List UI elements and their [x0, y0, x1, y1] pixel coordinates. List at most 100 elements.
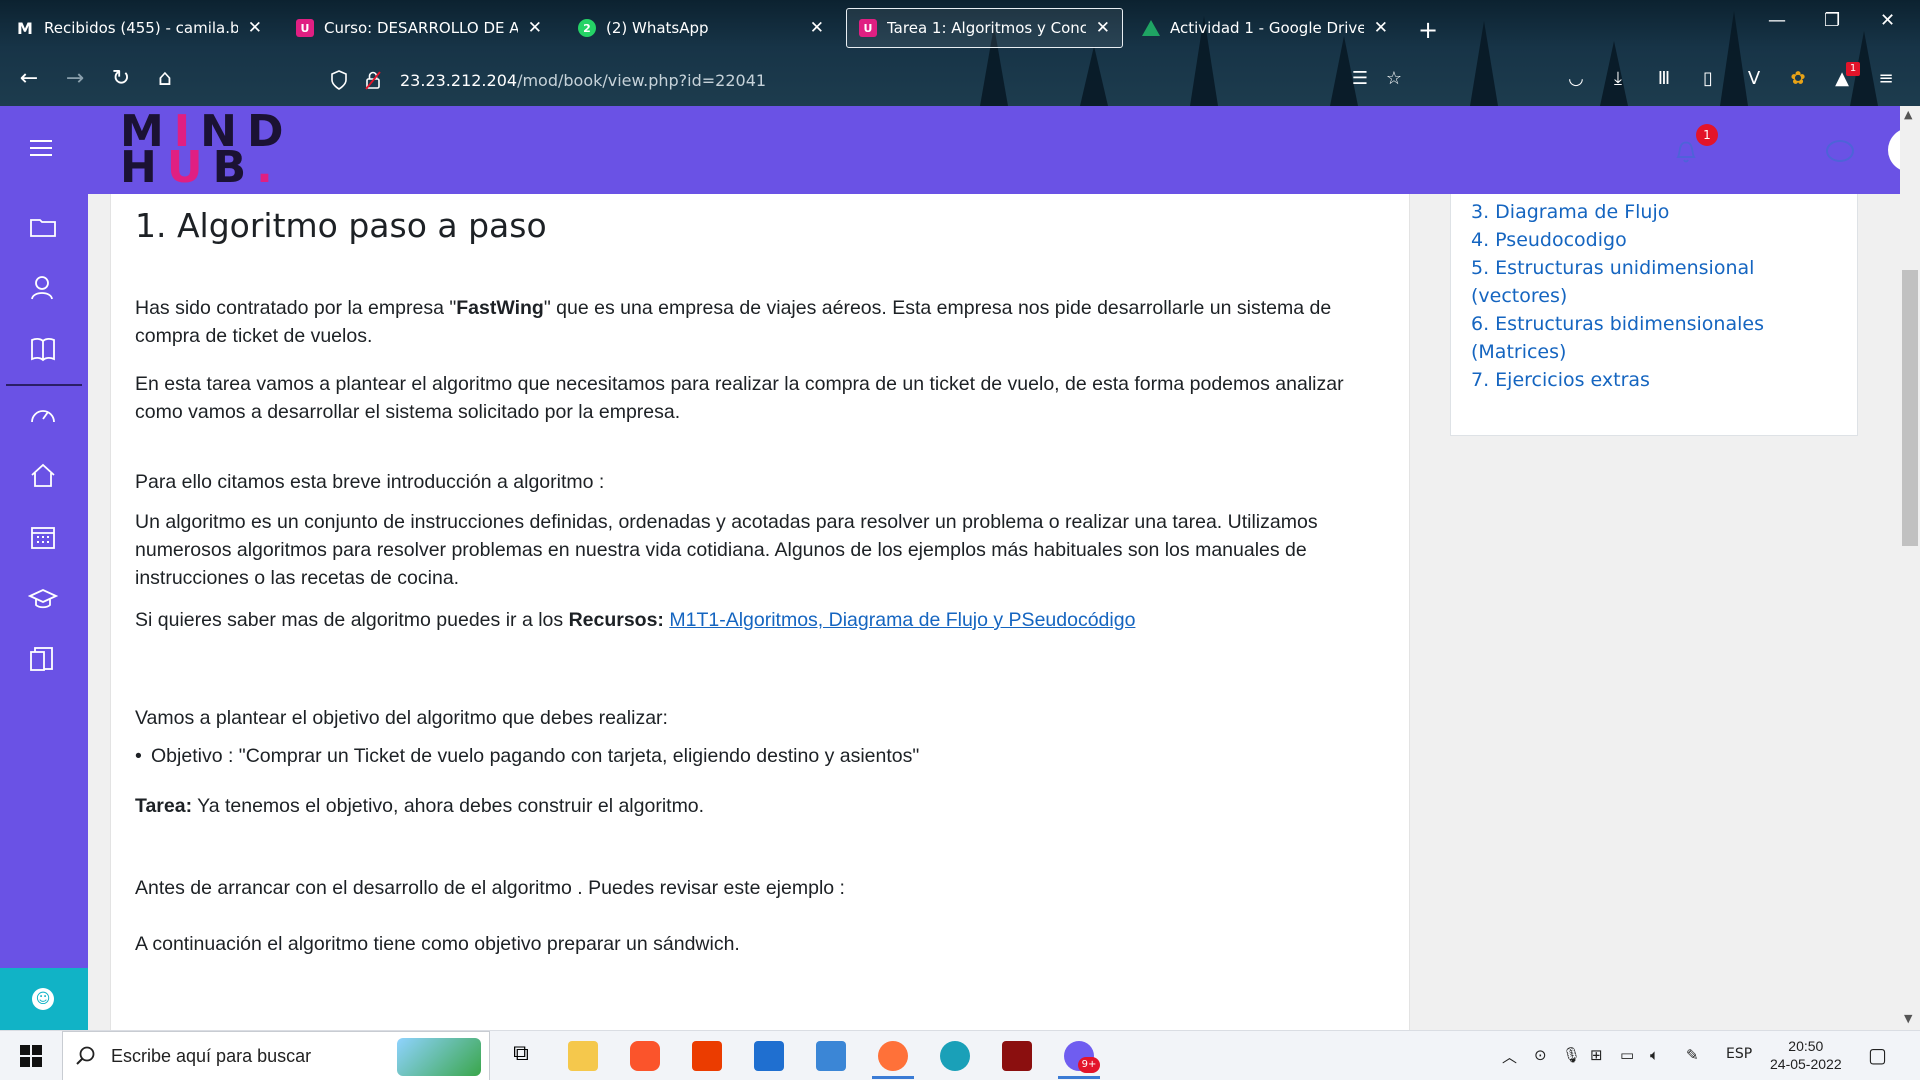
paragraph-intro: Has sido contratado por la empresa "Fast…: [135, 297, 1332, 347]
paragraph-example-intro: Antes de arrancar con el desarrollo de e…: [135, 877, 845, 899]
dashboard-icon[interactable]: [28, 400, 58, 430]
restore-icon[interactable]: ❐: [1824, 10, 1840, 31]
hamburger-menu-icon[interactable]: [30, 140, 52, 161]
media-icon[interactable]: [1002, 1041, 1032, 1071]
insecure-lock-icon: [365, 71, 381, 90]
close-tab-icon[interactable]: ✕: [1374, 18, 1388, 38]
new-tab-button[interactable]: +: [1418, 16, 1438, 44]
paragraph-citation: Para ello citamos esta breve introducció…: [135, 471, 605, 493]
reload-icon[interactable]: ↻: [106, 66, 136, 91]
volume-icon[interactable]: 🔈︎: [1650, 1046, 1659, 1064]
tab-whatsapp[interactable]: 2 (2) WhatsApp ✕: [566, 8, 836, 48]
camera-icon[interactable]: ⊙: [1534, 1046, 1547, 1064]
scroll-down-icon[interactable]: ▼: [1904, 1012, 1912, 1025]
toc-item[interactable]: 6. Estructuras bidimensionales (Matrices…: [1471, 310, 1851, 366]
toc-item[interactable]: 5. Estructuras unidimensional (vectores): [1471, 254, 1851, 310]
windows-start-icon[interactable]: [20, 1045, 42, 1067]
back-icon[interactable]: ←: [14, 66, 44, 91]
download-icon[interactable]: ⤓: [1606, 68, 1630, 92]
extension-v-icon[interactable]: V: [1742, 68, 1766, 92]
graduation-cap-icon[interactable]: [28, 584, 58, 614]
network-icon[interactable]: ⊞: [1590, 1046, 1603, 1064]
content-bank-icon[interactable]: [28, 644, 58, 674]
left-drawer: ☺: [0, 106, 88, 1030]
minimize-icon[interactable]: —: [1768, 10, 1786, 31]
toc-list: 3. Diagrama de Flujo 4. Pseudocodigo 5. …: [1471, 198, 1851, 394]
discord-badge: 9+: [1078, 1057, 1100, 1073]
close-tab-icon[interactable]: ✕: [810, 18, 824, 38]
paragraph-resources: Si quieres saber mas de algoritmo puedes…: [135, 609, 1136, 631]
home-icon[interactable]: ⌂: [150, 66, 180, 91]
tab-gmail[interactable]: M Recibidos (455) - camila.barrien ✕: [4, 8, 274, 48]
file-explorer-icon[interactable]: [568, 1041, 598, 1071]
url-bar[interactable]: 23.23.212.204/mod/book/view.php?id=22041: [330, 62, 1390, 98]
book-icon[interactable]: [28, 334, 58, 364]
home-icon[interactable]: [28, 460, 58, 490]
browser-chrome: M Recibidos (455) - camila.barrien ✕ U C…: [0, 0, 1920, 106]
brave-icon[interactable]: [630, 1041, 660, 1071]
color-extension-icon[interactable]: ✿: [1786, 68, 1810, 92]
scrollbar-thumb[interactable]: [1902, 270, 1918, 546]
notifications-bell-icon[interactable]: [1674, 138, 1698, 164]
tab-tarea-active[interactable]: U Tarea 1: Algoritmos y Concepto ✕: [846, 8, 1123, 48]
u-icon: U: [859, 19, 877, 37]
toc-item[interactable]: 7. Ejercicios extras: [1471, 366, 1851, 394]
pen-icon[interactable]: ✎: [1686, 1046, 1699, 1064]
search-highlight-image: [397, 1038, 481, 1076]
system-clock[interactable]: 20:50 24-05-2022: [1770, 1037, 1842, 1073]
book-chapter-card: 1. Algoritmo paso a paso Has sido contra…: [110, 194, 1410, 1030]
folder-icon[interactable]: [28, 212, 58, 242]
chapter-heading: 1. Algoritmo paso a paso: [135, 206, 547, 245]
office-icon[interactable]: [692, 1041, 722, 1071]
tab-curso[interactable]: U Curso: DESARROLLO DE APLICA ✕: [284, 8, 554, 48]
drive-icon: [1142, 20, 1160, 36]
notification-count-badge: 1: [1696, 124, 1718, 146]
close-tab-icon[interactable]: ✕: [1096, 18, 1110, 38]
page-scrollbar[interactable]: ▲ ▼: [1900, 106, 1920, 1030]
close-tab-icon[interactable]: ✕: [248, 18, 262, 38]
language-indicator[interactable]: ESP: [1726, 1046, 1752, 1062]
calendar-icon[interactable]: [28, 522, 58, 552]
participants-icon[interactable]: [28, 272, 58, 302]
forward-icon[interactable]: →: [60, 66, 90, 91]
gmail-icon: M: [17, 18, 33, 38]
sidebar-icon[interactable]: ▯: [1696, 68, 1720, 92]
paragraph-objective-intro: Vamos a plantear el objetivo del algorit…: [135, 707, 668, 729]
close-tab-icon[interactable]: ✕: [528, 18, 542, 38]
task-view-icon[interactable]: ⧉: [506, 1041, 536, 1071]
reader-view-icon[interactable]: ☰: [1348, 68, 1372, 92]
show-hidden-icons[interactable]: ︿: [1502, 1046, 1517, 1067]
battery-icon[interactable]: ▭: [1620, 1046, 1634, 1064]
bookmark-star-icon[interactable]: ☆: [1382, 68, 1406, 92]
mindhub-logo[interactable]: MIND HUB.: [120, 110, 294, 190]
messages-icon[interactable]: [1826, 140, 1854, 162]
taskbar-search[interactable]: Escribe aquí para buscar: [62, 1031, 490, 1080]
bullet-dot: •: [135, 745, 142, 767]
notifications-center-icon[interactable]: ▢: [1868, 1043, 1887, 1067]
tab-strip: M Recibidos (455) - camila.barrien ✕ U C…: [0, 8, 1920, 48]
paragraph-tarea: Tarea: Ya tenemos el objetivo, ahora deb…: [135, 795, 705, 817]
paragraph-task: En esta tarea vamos a plantear el algori…: [135, 373, 1344, 423]
whatsapp-icon: 2: [578, 19, 596, 37]
pocket-icon[interactable]: ◡: [1564, 68, 1588, 92]
library-icon[interactable]: Ⅲ: [1652, 68, 1676, 92]
edge-icon[interactable]: [940, 1041, 970, 1071]
u-icon: U: [296, 19, 314, 37]
microphone-icon[interactable]: 🎙︎: [1562, 1046, 1581, 1064]
firefox-icon[interactable]: [872, 1041, 914, 1079]
accessibility-icon: ☺: [32, 988, 54, 1010]
extension-badge: 1: [1846, 62, 1860, 76]
mail-icon[interactable]: [816, 1041, 846, 1071]
tab-drive[interactable]: Actividad 1 - Google Drive ✕: [1130, 8, 1400, 48]
toc-item[interactable]: 3. Diagrama de Flujo: [1471, 198, 1851, 226]
toc-item[interactable]: 4. Pseudocodigo: [1471, 226, 1851, 254]
store-icon[interactable]: [754, 1041, 784, 1071]
nav-bar: ← → ↻ ⌂ 23.23.212.204/mod/book/view.php?…: [0, 58, 1920, 102]
url-text: 23.23.212.204/mod/book/view.php?id=22041: [400, 70, 767, 90]
page-region: 1. Algoritmo paso a paso Has sido contra…: [88, 194, 1900, 1030]
resources-link[interactable]: M1T1-Algoritmos, Diagrama de Flujo y PSe…: [669, 609, 1135, 631]
accessibility-button[interactable]: ☺: [0, 968, 88, 1030]
close-window-icon[interactable]: ✕: [1880, 10, 1895, 31]
menu-icon[interactable]: ≡: [1874, 68, 1898, 92]
scroll-up-icon[interactable]: ▲: [1904, 108, 1912, 121]
